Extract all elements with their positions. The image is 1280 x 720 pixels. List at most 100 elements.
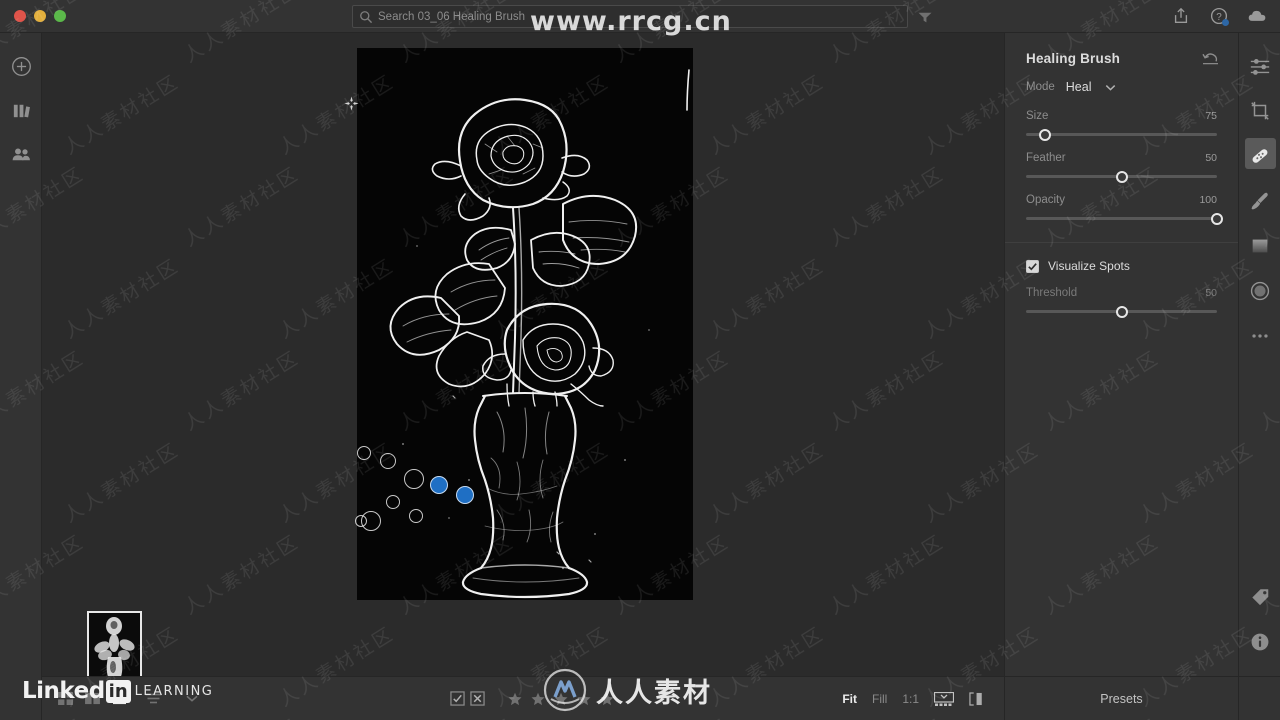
tool-linear-gradient[interactable] — [1239, 223, 1280, 268]
mode-dropdown[interactable]: Heal — [1066, 80, 1092, 94]
tool-radial-gradient[interactable] — [1239, 268, 1280, 313]
slider-feather-track[interactable] — [1026, 170, 1217, 183]
sidebar-item-shared[interactable] — [0, 132, 42, 176]
crop-icon — [1251, 101, 1269, 120]
slider-opacity-track[interactable] — [1026, 212, 1223, 225]
presets-bar[interactable]: Presets — [1004, 676, 1238, 720]
slider-feather-knob[interactable] — [1115, 170, 1128, 183]
slider-size-knob[interactable] — [1039, 128, 1052, 141]
edit-sliders-icon — [1250, 58, 1270, 75]
healing-spot[interactable] — [409, 509, 423, 523]
zoom-controls: Fit Fill 1:1 — [842, 691, 986, 706]
flag-pick-icon[interactable] — [450, 691, 465, 706]
brush-icon — [1251, 192, 1268, 209]
chevron-down-icon[interactable] — [1105, 84, 1116, 91]
healing-spot[interactable] — [386, 495, 400, 509]
healing-brush-panel: Healing Brush Mode Heal Size 75 Feather 50 O… — [1004, 33, 1238, 676]
zoom-1to1-button[interactable]: 1:1 — [902, 692, 919, 706]
slider-size-head: Size 75 — [1026, 110, 1217, 122]
healing-spot[interactable] — [361, 511, 381, 531]
healing-spot[interactable] — [357, 446, 371, 460]
threshold-group: Threshold 50 — [1005, 287, 1238, 318]
tool-healing-brush[interactable] — [1239, 133, 1280, 178]
add-photos-icon — [11, 56, 31, 76]
slider-size-track[interactable] — [1026, 128, 1217, 141]
slider-opacity-knob[interactable] — [1211, 212, 1223, 225]
lightroom-window: Search 03_06 Healing Brush ? Healing Bru… — [0, 0, 1280, 720]
slider-threshold-track[interactable] — [1026, 305, 1217, 318]
slider-threshold[interactable]: Threshold 50 — [1005, 287, 1238, 318]
reset-undo-icon[interactable] — [1202, 51, 1219, 66]
star-5[interactable] — [600, 692, 614, 706]
slider-group: Size 75 Feather 50 Opacity 100 — [1005, 110, 1238, 225]
visualize-spots-row[interactable]: Visualize Spots — [1005, 243, 1238, 273]
star-1[interactable] — [508, 692, 522, 706]
minimize-window-button[interactable] — [34, 10, 46, 22]
photo-canvas[interactable] — [42, 33, 1004, 691]
filter-funnel-icon[interactable] — [918, 12, 932, 23]
healing-brush-icon — [1252, 148, 1268, 163]
cloud-sync-icon[interactable] — [1248, 7, 1266, 25]
photo-edge-visualization — [357, 48, 693, 600]
info-icon — [1251, 633, 1269, 650]
star-4[interactable] — [577, 692, 591, 706]
before-after-compare-icon[interactable] — [969, 691, 986, 706]
slider-opacity-label: Opacity — [1026, 194, 1065, 206]
more-options-icon — [1252, 333, 1268, 338]
tool-info[interactable] — [1239, 619, 1280, 664]
tool-crop[interactable] — [1239, 88, 1280, 133]
slider-opacity-head: Opacity 100 — [1026, 194, 1217, 206]
tools-rail — [1238, 33, 1280, 720]
help-icon[interactable]: ? — [1210, 7, 1229, 26]
title-bar: Search 03_06 Healing Brush ? — [0, 0, 1280, 33]
linear-gradient-icon — [1252, 239, 1268, 252]
star-rating[interactable] — [508, 692, 614, 706]
flag-group — [450, 691, 485, 706]
tool-more-options[interactable] — [1239, 313, 1280, 358]
slider-size[interactable]: Size 75 — [1005, 110, 1238, 141]
detail-view-icon[interactable] — [112, 692, 127, 705]
zoom-fill-button[interactable]: Fill — [872, 692, 887, 706]
close-window-button[interactable] — [14, 10, 26, 22]
healing-spot[interactable] — [404, 469, 424, 489]
sort-filter-icon[interactable] — [145, 692, 162, 705]
tool-keywords[interactable] — [1239, 574, 1280, 619]
rating-group — [450, 691, 614, 706]
slider-size-label: Size — [1026, 110, 1049, 122]
slider-opacity[interactable]: Opacity 100 — [1005, 194, 1238, 225]
healing-spot-selected[interactable] — [456, 486, 474, 504]
slider-threshold-value: 50 — [1205, 287, 1217, 299]
star-3[interactable] — [554, 692, 568, 706]
grid-view-icon[interactable] — [58, 692, 73, 705]
slider-feather-label: Feather — [1026, 152, 1066, 164]
sidebar-item-library[interactable] — [0, 88, 42, 132]
compare-view-icon[interactable] — [85, 692, 100, 705]
tool-brush[interactable] — [1239, 178, 1280, 223]
shared-people-icon — [12, 147, 30, 160]
share-icon[interactable] — [1172, 7, 1190, 25]
search-placeholder: Search 03_06 Healing Brush — [378, 10, 526, 23]
tool-edit[interactable] — [1239, 43, 1280, 88]
star-2[interactable] — [531, 692, 545, 706]
flag-reject-icon[interactable] — [470, 691, 485, 706]
chevron-down-icon[interactable] — [186, 692, 198, 705]
search-input[interactable]: Search 03_06 Healing Brush — [352, 5, 908, 28]
healing-spot[interactable] — [380, 453, 396, 469]
mode-label: Mode — [1026, 81, 1055, 93]
presets-button[interactable]: Presets — [1100, 692, 1142, 706]
panel-header: Healing Brush — [1005, 33, 1238, 66]
visualize-spots-checkbox[interactable] — [1026, 259, 1039, 273]
window-traffic-lights — [14, 10, 66, 22]
titlebar-actions: ? — [1172, 7, 1266, 26]
photo-preview[interactable] — [357, 48, 693, 600]
slider-feather[interactable]: Feather 50 — [1005, 152, 1238, 183]
keywords-tag-icon — [1252, 588, 1269, 605]
filmstrip-toggle-icon[interactable] — [934, 691, 954, 706]
crosshair-cursor-icon — [344, 96, 359, 111]
maximize-window-button[interactable] — [54, 10, 66, 22]
healing-spot-selected[interactable] — [430, 476, 448, 494]
slider-threshold-knob[interactable] — [1115, 305, 1128, 318]
mode-row: Mode Heal — [1005, 66, 1238, 94]
sidebar-item-add-photos[interactable] — [0, 44, 42, 88]
zoom-fit-button[interactable]: Fit — [842, 692, 857, 706]
